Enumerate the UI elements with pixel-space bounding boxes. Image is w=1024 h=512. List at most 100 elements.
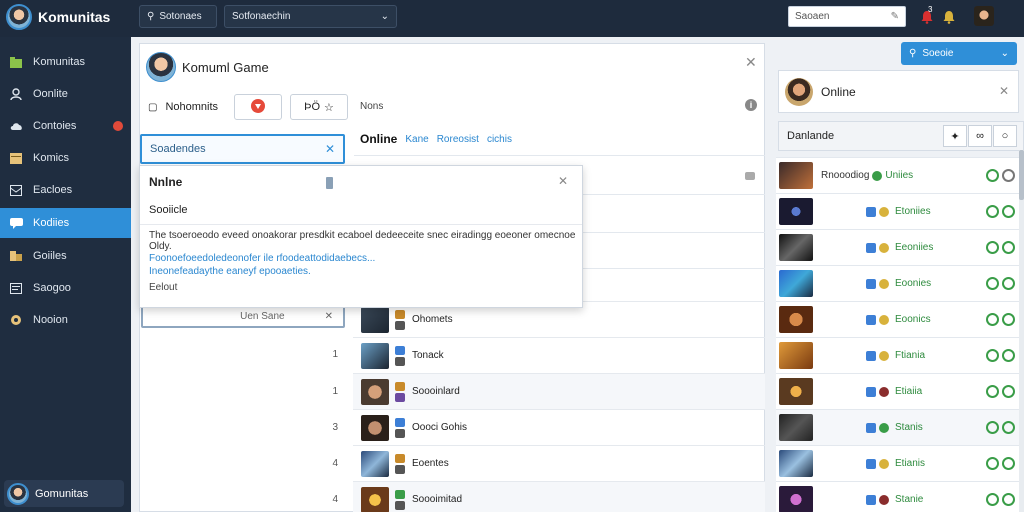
sidebar-item-saogoo[interactable]: Saogoo [0, 273, 131, 303]
accept-icon[interactable] [986, 313, 999, 326]
expand-icon[interactable] [745, 172, 755, 180]
tab-roreosist[interactable]: Roreosist [437, 134, 479, 145]
friend-row[interactable]: Eoonies [776, 265, 1019, 301]
bell-icon[interactable] [940, 8, 958, 26]
online-label: Online [821, 84, 856, 99]
list-item[interactable]: Oooci Gohis [353, 409, 765, 445]
accept-icon[interactable] [986, 349, 999, 362]
friend-row[interactable]: Stanie [776, 481, 1019, 512]
friend-row[interactable]: Etoniies [776, 193, 1019, 229]
list-item-rank: 1 [332, 349, 338, 360]
popup-link[interactable]: Ineonefeadaythe eaneyf epooaeties. [149, 266, 311, 277]
sidebar-item-komunitas[interactable]: Komunitas [0, 47, 131, 77]
popup-cancel-button[interactable]: Eelout [149, 282, 177, 293]
notification-icon[interactable] [918, 8, 936, 26]
friend-status: Uniies [885, 170, 914, 181]
app-logo[interactable]: Komunitas [6, 4, 110, 30]
favorite-button[interactable]: ÞÖ ☆ [290, 94, 349, 120]
friend-row[interactable]: Eoonics [776, 301, 1019, 337]
sidebar-item-contoies[interactable]: Contoies [0, 111, 131, 141]
search-icon: ⚲ [147, 11, 155, 22]
row-actions [986, 493, 1015, 506]
top-search-input[interactable]: Saoaen ✎ [788, 6, 906, 27]
accept-icon[interactable] [986, 493, 999, 506]
close-icon[interactable]: ✕ [325, 311, 333, 322]
platform-icons [395, 345, 405, 366]
list-item-name: Soooimitad [412, 494, 463, 505]
clear-icon[interactable]: ✕ [325, 142, 335, 156]
sidebar: Komunitas Oonlite Contoies Komics Eacloe… [0, 37, 131, 512]
sidebar-item-online[interactable]: Oonlite [0, 79, 131, 109]
pin-icon[interactable]: ✦ [943, 125, 967, 147]
circle-icon[interactable]: ○ [993, 125, 1017, 147]
friend-row[interactable]: Etianis [776, 445, 1019, 481]
status-badge: Etiaiia [866, 386, 922, 397]
sidebar-item-label: Komunitas [33, 56, 85, 68]
tab-online[interactable]: Online [360, 132, 397, 146]
popup-description: The tsoeroeodo eveed onoakorar presdkit … [149, 230, 576, 252]
close-icon[interactable]: ✕ [745, 54, 757, 71]
option-icon[interactable] [1002, 493, 1015, 506]
sidebar-item-label: Eacloes [33, 184, 73, 196]
friend-row[interactable]: Ftiania [776, 337, 1019, 373]
option-icon[interactable] [1002, 385, 1015, 398]
user-avatar[interactable] [974, 6, 994, 26]
option-icon[interactable] [1002, 457, 1015, 470]
popup-title: Nnlne [149, 175, 183, 189]
list-item[interactable]: Soooimitad [353, 481, 765, 512]
friend-row[interactable]: Etiaiia [776, 373, 1019, 409]
tab-kane[interactable]: Kane [405, 134, 428, 145]
notify-count: 3 [928, 5, 933, 14]
popup-subtitle: Sooiicle [149, 204, 188, 216]
close-icon[interactable]: ✕ [999, 84, 1009, 98]
top-select-dropdown[interactable]: Sotfonaechin ⌄ [224, 5, 397, 28]
info-icon[interactable]: i [745, 99, 757, 111]
accept-icon[interactable] [986, 421, 999, 434]
info-popup: Nnlne ✕ Sooiicle The tsoeroeodo eveed on… [139, 165, 583, 308]
filter-input[interactable]: Soadendes ✕ [140, 134, 345, 164]
accept-icon[interactable] [986, 241, 999, 254]
sidebar-item-eacloes[interactable]: Eacloes [0, 175, 131, 205]
option-icon[interactable] [1002, 241, 1015, 254]
friend-row[interactable]: Stanis [776, 409, 1019, 445]
sidebar-item-goiiles[interactable]: Goiiles [0, 241, 131, 271]
pin-icon [9, 250, 23, 262]
game-thumbnail [361, 306, 389, 333]
popup-link[interactable]: Foonoefoeedoledeonofer ile rfoodeattodid… [149, 253, 375, 264]
option-icon[interactable] [1002, 349, 1015, 362]
current-user-button[interactable]: Gomunitas [4, 480, 124, 507]
dropdown-label: Soeoie [922, 48, 954, 59]
option-icon[interactable] [1002, 277, 1015, 290]
link-icon[interactable]: ∞ [968, 125, 992, 147]
sidebar-item-kodiies[interactable]: Kodiies [0, 208, 131, 238]
scrollbar[interactable] [1019, 150, 1024, 512]
option-icon[interactable] [1002, 421, 1015, 434]
game-thumbnail [361, 414, 389, 441]
list-item[interactable]: Soooinlard [353, 373, 765, 409]
accept-icon[interactable] [986, 385, 999, 398]
sidebar-item-komics[interactable]: Komics [0, 143, 131, 173]
list-item[interactable]: Tonack [353, 337, 765, 373]
online-avatar [785, 77, 813, 106]
tab-cichis[interactable]: cichis [487, 134, 512, 145]
accept-icon[interactable] [986, 277, 999, 290]
accept-icon[interactable] [986, 457, 999, 470]
scrollbar-thumb[interactable] [1019, 150, 1024, 200]
accept-icon[interactable] [986, 205, 999, 218]
row-actions [986, 349, 1015, 362]
option-icon[interactable] [1002, 205, 1015, 218]
accept-icon[interactable] [986, 169, 999, 182]
search-dropdown-button[interactable]: ⚲ Soeoie ⌄ [901, 42, 1017, 65]
friend-name: Rnooodiog [821, 170, 870, 181]
option-icon[interactable] [1002, 169, 1015, 182]
friend-row[interactable]: Rnooodiog Uniies [776, 157, 1019, 193]
shield-button[interactable] [234, 94, 283, 120]
list-item[interactable]: Eoentes [353, 445, 765, 481]
sidebar-item-nooion[interactable]: Nooion [0, 305, 131, 335]
option-icon[interactable] [1002, 313, 1015, 326]
online-card[interactable]: Online ✕ [778, 70, 1019, 113]
edit-icon: ✎ [890, 11, 899, 22]
top-search-button[interactable]: ⚲ Sotonaes [139, 5, 217, 28]
friend-row[interactable]: Eeoniies [776, 229, 1019, 265]
close-icon[interactable]: ✕ [558, 174, 568, 188]
